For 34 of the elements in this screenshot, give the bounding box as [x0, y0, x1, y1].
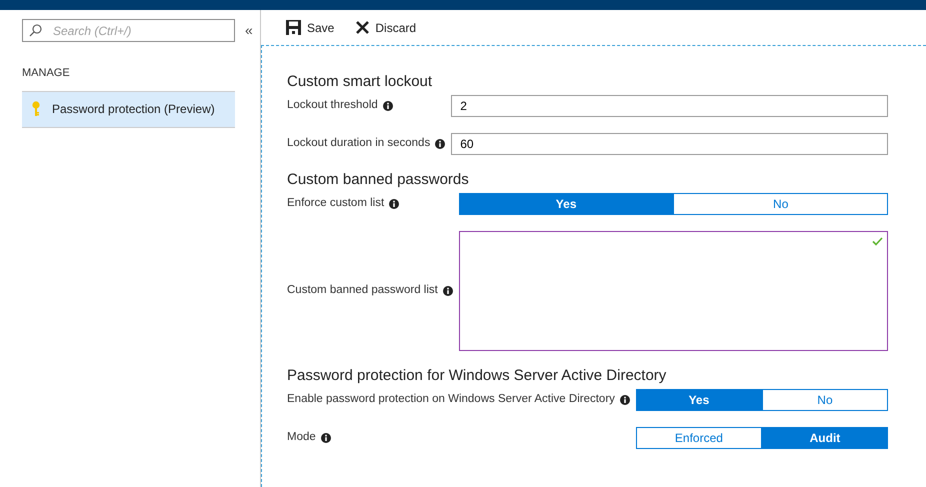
toggle-option[interactable]: Yes	[636, 389, 762, 411]
section-title: Custom smart lockout	[287, 73, 434, 91]
section-title: Custom banned passwords	[287, 171, 470, 189]
field-label: Custom banned password list	[287, 283, 438, 298]
field-label: Enable password protection on Windows Server Active Directory	[287, 392, 615, 408]
close-icon	[356, 21, 370, 34]
toggle-option[interactable]: No	[673, 193, 888, 215]
info-icon	[435, 139, 446, 149]
info-icon	[389, 199, 400, 209]
collapse-button[interactable]: «	[241, 20, 257, 41]
info-icon	[620, 395, 630, 405]
text-area[interactable]	[458, 231, 888, 351]
discard-button[interactable]: Discard	[356, 18, 416, 36]
field-label: Lockout threshold	[287, 98, 378, 114]
section-heading: MANAGE	[22, 66, 71, 81]
toggle-option[interactable]: Enforced	[636, 427, 762, 449]
field-label: Mode	[287, 430, 316, 446]
info-icon	[382, 101, 393, 111]
toggle-option[interactable]: Audit	[762, 427, 888, 449]
info-icon	[320, 433, 331, 443]
search-field[interactable]: Search (Ctrl+/)	[22, 19, 235, 42]
save-button[interactable]: Save	[286, 18, 334, 36]
section-title: Password protection for Windows Server Active Directory	[287, 367, 668, 385]
field-label: Enforce custom list	[287, 196, 384, 212]
toggle-option[interactable]: Yes	[458, 193, 674, 215]
key-icon	[32, 101, 40, 117]
sidebar-item[interactable]: Password protection (Preview)	[22, 90, 235, 128]
save-icon	[286, 20, 301, 35]
toggle-option[interactable]: No	[762, 389, 888, 411]
text-field[interactable]: 60	[451, 133, 888, 155]
checkmark-icon	[872, 237, 883, 246]
text-field[interactable]: 2	[451, 95, 888, 117]
field-label: Lockout duration in seconds	[287, 136, 430, 152]
info-icon	[442, 286, 453, 296]
